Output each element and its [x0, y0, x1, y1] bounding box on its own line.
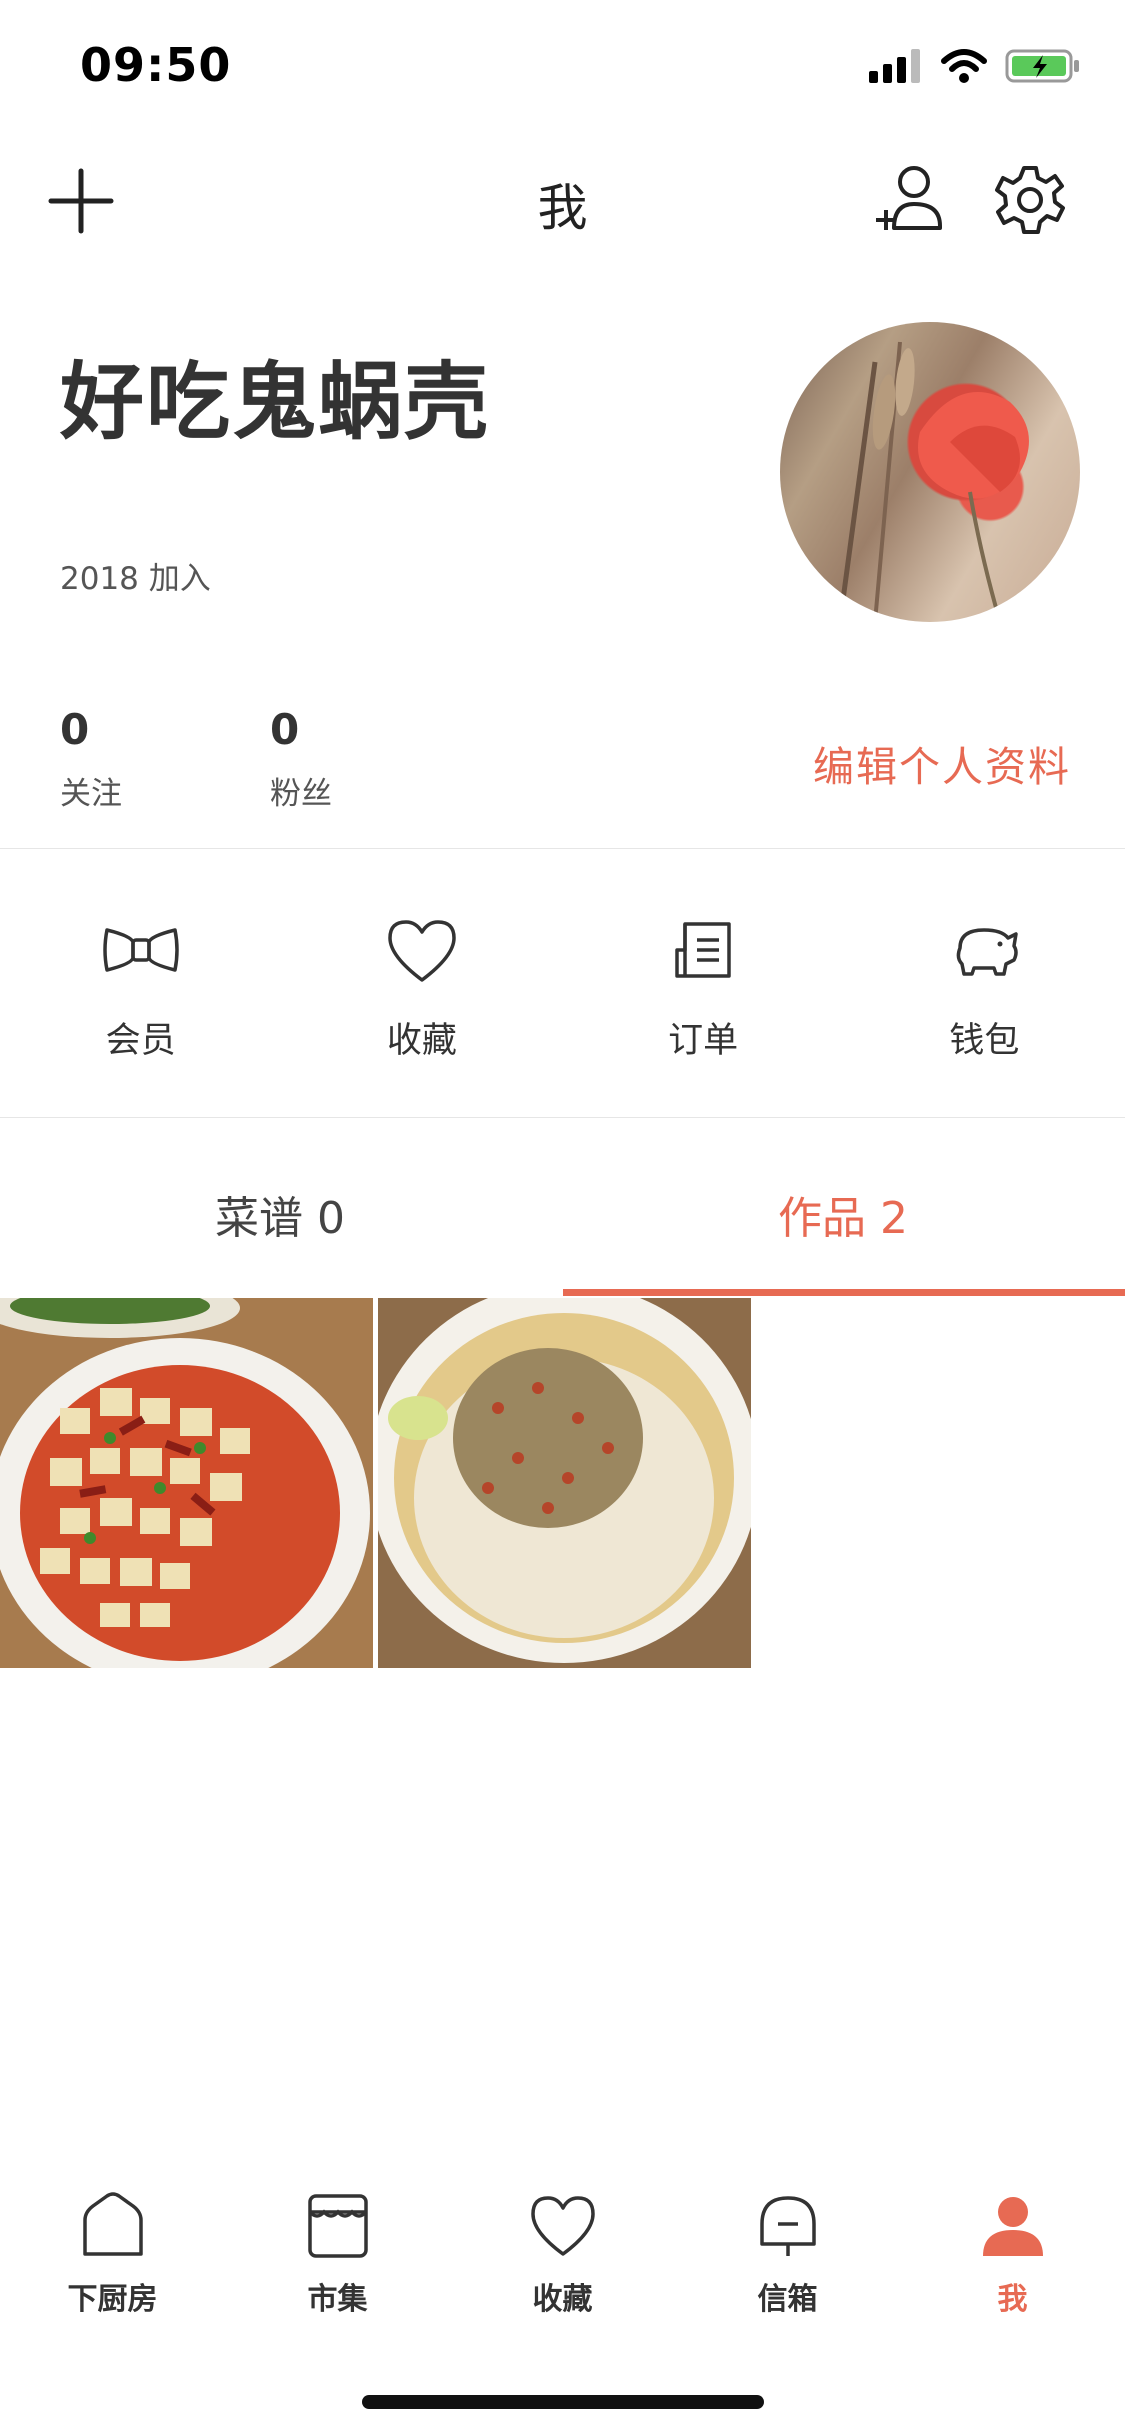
bowtie-icon — [102, 928, 179, 972]
followers-stat[interactable]: 0 粉丝 — [270, 705, 332, 813]
work-photo-noodles[interactable] — [378, 1298, 751, 1668]
photo-image — [378, 1298, 751, 1668]
bottom-tab-bar: 下厨房 市集 收藏 信箱 我 — [0, 2190, 1125, 2340]
active-tab-indicator — [563, 1289, 1125, 1296]
quick-action-label: 会员 — [105, 1021, 176, 1061]
person-icon — [982, 2197, 1043, 2256]
tab-works[interactable]: 作品 2 — [778, 1182, 908, 1246]
following-stat[interactable]: 0 关注 — [60, 705, 122, 813]
tabbar-label: 我 — [997, 2282, 1028, 2317]
quick-action-wallet[interactable]: 钱包 — [844, 860, 1125, 1100]
following-count: 0 — [60, 705, 90, 754]
quick-action-label: 订单 — [668, 1021, 739, 1061]
home-icon — [82, 2192, 143, 2256]
tabbar-item-favorites[interactable]: 收藏 — [450, 2190, 675, 2340]
tabbar-item-kitchen[interactable]: 下厨房 — [0, 2190, 225, 2340]
content-tabs: 菜谱 0 作品 2 — [0, 1118, 1125, 1298]
heart-icon — [530, 2196, 595, 2256]
home-indicator[interactable] — [362, 2395, 764, 2409]
following-label: 关注 — [60, 776, 122, 812]
quick-action-membership[interactable]: 会员 — [0, 860, 281, 1100]
tabbar-item-mailbox[interactable]: 信箱 — [675, 2190, 900, 2340]
quick-action-label: 钱包 — [949, 1021, 1020, 1061]
tabbar-item-market[interactable]: 市集 — [225, 2190, 450, 2340]
avatar-image — [837, 341, 1029, 622]
piggy-bank-icon — [957, 928, 1019, 976]
wifi-icon — [941, 49, 987, 83]
quick-action-label: 收藏 — [386, 1021, 457, 1061]
work-photo-mapo-tofu[interactable] — [0, 1298, 373, 1668]
status-bar: 09:50 — [0, 0, 1125, 130]
signal-icon — [869, 49, 920, 83]
quick-actions: 会员 收藏 订单 钱包 — [0, 860, 1125, 1100]
mailbox-icon — [759, 2196, 816, 2256]
avatar[interactable] — [780, 322, 1080, 622]
profile-username: 好吃鬼蜗壳 — [60, 353, 491, 451]
receipt-icon — [675, 922, 731, 978]
settings-gear-icon[interactable] — [990, 160, 1070, 240]
edit-profile-link[interactable]: 编辑个人资料 — [813, 733, 1071, 793]
tabbar-label: 市集 — [307, 2282, 368, 2317]
market-icon — [307, 2194, 368, 2258]
quick-action-favorites[interactable]: 收藏 — [281, 860, 562, 1100]
add-friend-icon[interactable] — [870, 160, 950, 240]
quick-action-orders[interactable]: 订单 — [563, 860, 844, 1100]
battery-icon — [1005, 49, 1079, 83]
followers-label: 粉丝 — [270, 776, 332, 812]
status-time: 09:50 — [80, 38, 232, 92]
profile-joined-year: 2018 加入 — [60, 561, 211, 597]
tab-recipes[interactable]: 菜谱 0 — [215, 1182, 345, 1246]
heart-icon — [388, 920, 456, 982]
tabbar-label: 信箱 — [757, 2282, 818, 2317]
followers-count: 0 — [270, 705, 300, 754]
works-grid — [0, 1298, 751, 1668]
tabbar-label: 收藏 — [532, 2282, 593, 2317]
tabbar-label: 下厨房 — [67, 2282, 158, 2317]
tabbar-item-me[interactable]: 我 — [900, 2190, 1125, 2340]
nav-bar: 我 — [0, 150, 1125, 250]
photo-image — [0, 1298, 373, 1668]
page-title: 我 — [537, 179, 588, 237]
status-icons — [869, 48, 1081, 84]
divider — [0, 848, 1125, 849]
